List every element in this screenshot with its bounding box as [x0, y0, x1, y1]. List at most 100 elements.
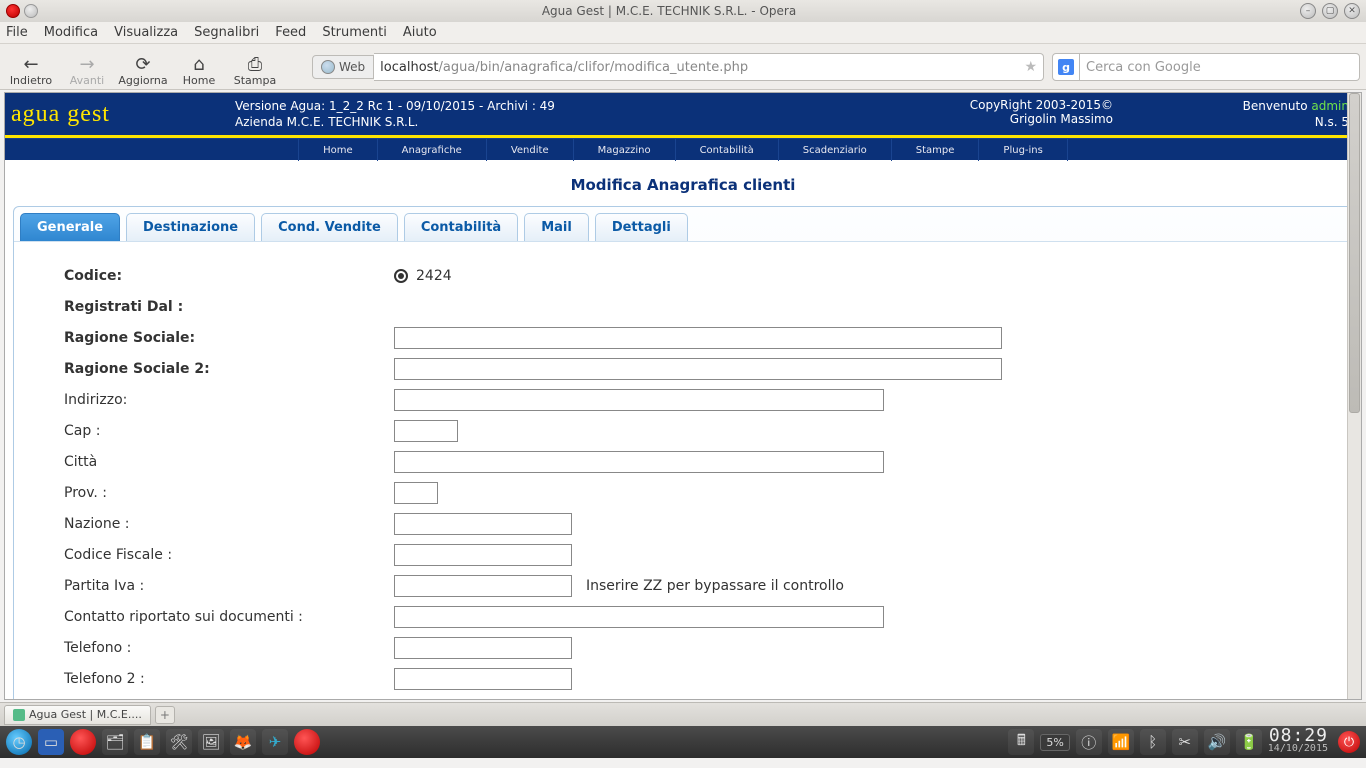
nav-contabilita[interactable]: Contabilità [676, 139, 779, 161]
input-nazione[interactable] [394, 513, 572, 535]
url-host: localhost [380, 60, 438, 75]
tab-dettagli[interactable]: Dettagli [595, 213, 688, 241]
nav-magazzino[interactable]: Magazzino [574, 139, 676, 161]
opera-gray-icon [24, 4, 38, 18]
new-tab-button[interactable]: + [155, 706, 175, 724]
input-cf[interactable] [394, 544, 572, 566]
os-titlebar: Agua Gest | M.C.E. TECHNIK S.R.L. - Oper… [0, 0, 1366, 22]
taskbar-app3-icon[interactable]: 🖼 [198, 729, 224, 755]
input-ragione[interactable] [394, 327, 1002, 349]
taskbar-settings-icon[interactable]: 🛠 [166, 729, 192, 755]
close-button[interactable]: ✕ [1344, 3, 1360, 19]
maximize-button[interactable]: ▢ [1322, 3, 1338, 19]
web-badge[interactable]: Web [312, 55, 374, 79]
taskbar-opera-icon[interactable] [70, 729, 96, 755]
nav-scadenziario[interactable]: Scadenziario [779, 139, 892, 161]
nav-stampe[interactable]: Stampe [892, 139, 980, 161]
menu-feed[interactable]: Feed [275, 25, 306, 40]
nav-vendite[interactable]: Vendite [487, 139, 574, 161]
home-icon: ⌂ [193, 56, 204, 74]
tray-sound-icon[interactable]: 🔊 [1204, 729, 1230, 755]
input-tel2[interactable] [394, 668, 572, 690]
tray-cut-icon[interactable]: ✂ [1172, 729, 1198, 755]
minimize-button[interactable]: – [1300, 3, 1316, 19]
back-button[interactable]: ←Indietro [6, 45, 56, 87]
tray-shutdown-icon[interactable]: ⏻ [1338, 731, 1360, 753]
tab-cond-vendite[interactable]: Cond. Vendite [261, 213, 398, 241]
os-taskbar: ◷ ▭ 🗂 📋 🛠 🖼 🦊 ✈ 🖩 5% ⓘ 📶 ᛒ ✂ 🔊 🔋 08:29 1… [0, 726, 1366, 758]
taskbar-app2-icon[interactable]: 📋 [134, 729, 160, 755]
tab-contabilita[interactable]: Contabilità [404, 213, 518, 241]
search-engine-icon[interactable]: g [1052, 53, 1080, 81]
address-wrap: Web localhost/agua/bin/anagrafica/clifor… [312, 51, 1360, 83]
tray-info-icon[interactable]: ⓘ [1076, 729, 1102, 755]
window-tab-active[interactable]: Agua Gest | M.C.E.... [4, 705, 151, 725]
tray-bt-icon[interactable]: ᛒ [1140, 729, 1166, 755]
input-ragione2[interactable] [394, 358, 1002, 380]
input-contatto[interactable] [394, 606, 884, 628]
welcome-label: Benvenuto [1243, 99, 1308, 113]
input-prov[interactable] [394, 482, 438, 504]
label-registrati: Registrati Dal : [64, 299, 394, 315]
tabs-panel: Generale Destinazione Cond. Vendite Cont… [13, 206, 1353, 700]
menu-view[interactable]: Visualizza [114, 25, 178, 40]
taskbar-files-icon[interactable]: ▭ [38, 729, 64, 755]
radio-codice[interactable] [394, 269, 408, 283]
input-tel[interactable] [394, 637, 572, 659]
tray-battery[interactable]: 5% [1040, 734, 1069, 751]
forward-button[interactable]: →Avanti [62, 45, 112, 87]
label-citta: Città [64, 454, 394, 470]
nav-anagrafiche[interactable]: Anagrafiche [378, 139, 487, 161]
taskbar-telegram-icon[interactable]: ✈ [262, 729, 288, 755]
window-title: Agua Gest | M.C.E. TECHNIK S.R.L. - Oper… [44, 4, 1294, 18]
menu-edit[interactable]: Modifica [44, 25, 98, 40]
nav-plugins[interactable]: Plug-ins [979, 139, 1067, 161]
tray-wifi-icon[interactable]: 📶 [1108, 729, 1134, 755]
label-ragione: Ragione Sociale: [64, 330, 394, 346]
print-icon: ⎙ [248, 56, 262, 74]
home-button[interactable]: ⌂Home [174, 45, 224, 87]
tray-calc-icon[interactable]: 🖩 [1008, 729, 1034, 755]
print-button[interactable]: ⎙Stampa [230, 45, 280, 87]
hint-piva: Inserire ZZ per bypassare il controllo [586, 578, 844, 594]
label-cap: Cap : [64, 423, 394, 439]
label-prov: Prov. : [64, 485, 394, 501]
label-indirizzo: Indirizzo: [64, 392, 394, 408]
menu-help[interactable]: Aiuto [403, 25, 437, 40]
input-cap[interactable] [394, 420, 458, 442]
label-contatto: Contatto riportato sui documenti : [64, 609, 394, 625]
label-tel2: Telefono 2 : [64, 671, 394, 687]
app-header: agua gest Versione Agua: 1_2_2 Rc 1 - 09… [5, 93, 1361, 135]
tray-power-icon[interactable]: 🔋 [1236, 729, 1262, 755]
bookmark-star-icon[interactable]: ★ [1024, 59, 1037, 75]
menu-tools[interactable]: Strumenti [322, 25, 387, 40]
menu-bookmarks[interactable]: Segnalibri [194, 25, 259, 40]
page-viewport: agua gest Versione Agua: 1_2_2 Rc 1 - 09… [4, 92, 1362, 700]
reload-button[interactable]: ⟳Aggiorna [118, 45, 168, 87]
menu-file[interactable]: File [6, 25, 28, 40]
arrow-left-icon: ← [23, 56, 38, 74]
taskbar-firefox-icon[interactable]: 🦊 [230, 729, 256, 755]
tray-clock[interactable]: 08:29 14/10/2015 [1268, 729, 1328, 755]
taskbar-opera2-icon[interactable] [294, 729, 320, 755]
label-piva: Partita Iva : [64, 578, 394, 594]
page-title: Modifica Anagrafica clienti [5, 176, 1361, 194]
input-citta[interactable] [394, 451, 884, 473]
tab-generale[interactable]: Generale [20, 213, 120, 241]
value-codice: 2424 [416, 268, 452, 284]
app-logo: agua gest [5, 94, 225, 135]
label-tel: Telefono : [64, 640, 394, 656]
search-input[interactable]: Cerca con Google [1080, 53, 1360, 81]
copyright: CopyRight 2003-2015© [909, 98, 1113, 112]
start-menu-icon[interactable]: ◷ [6, 729, 32, 755]
nav-home[interactable]: Home [298, 139, 378, 161]
address-bar[interactable]: localhost/agua/bin/anagrafica/clifor/mod… [374, 53, 1044, 81]
input-piva[interactable] [394, 575, 572, 597]
tab-destinazione[interactable]: Destinazione [126, 213, 255, 241]
tab-mail[interactable]: Mail [524, 213, 589, 241]
input-indirizzo[interactable] [394, 389, 884, 411]
vertical-scrollbar[interactable] [1347, 93, 1361, 699]
taskbar-app1-icon[interactable]: 🗂 [102, 729, 128, 755]
current-user: admin [1311, 99, 1349, 113]
browser-menubar: File Modifica Visualizza Segnalibri Feed… [0, 22, 1366, 44]
